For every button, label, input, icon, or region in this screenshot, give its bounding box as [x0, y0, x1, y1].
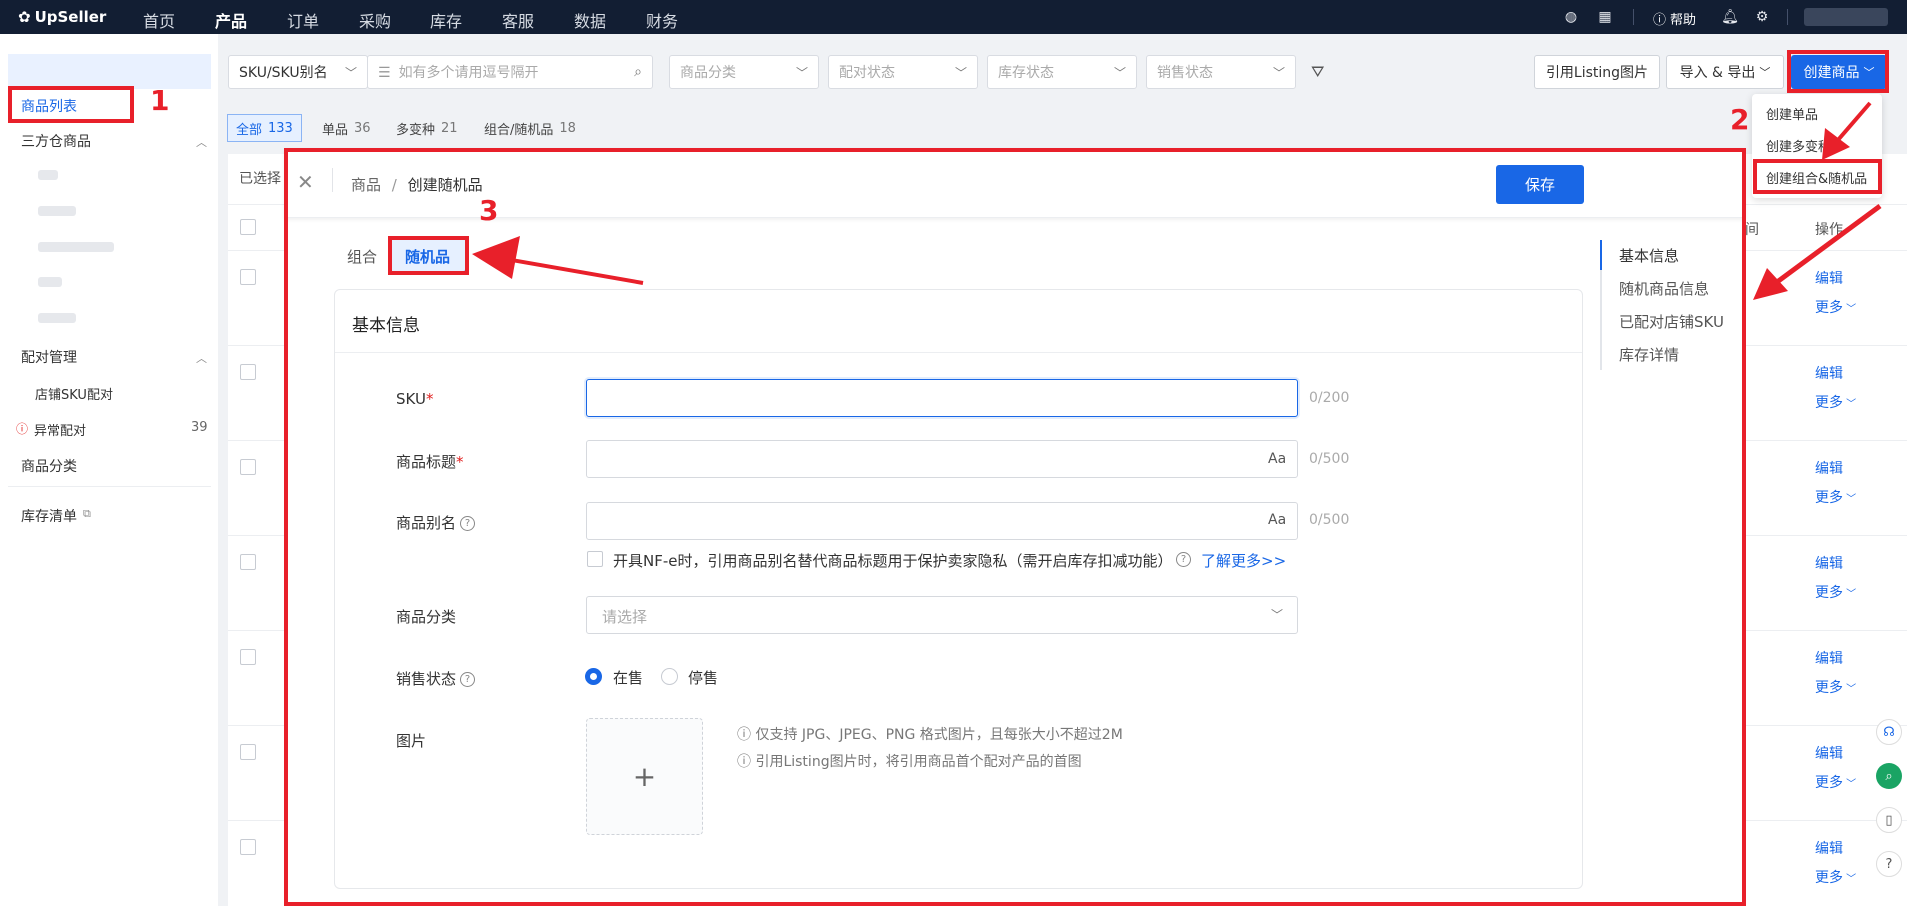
- arrow-head-3: [472, 236, 520, 279]
- arrow-line-2: [1836, 101, 1872, 142]
- arrow-line-2b: [1771, 203, 1882, 288]
- arrow-head-2b: [1753, 268, 1788, 300]
- annotation-arrows: [472, 101, 1882, 300]
- arrow-line-3: [499, 256, 644, 285]
